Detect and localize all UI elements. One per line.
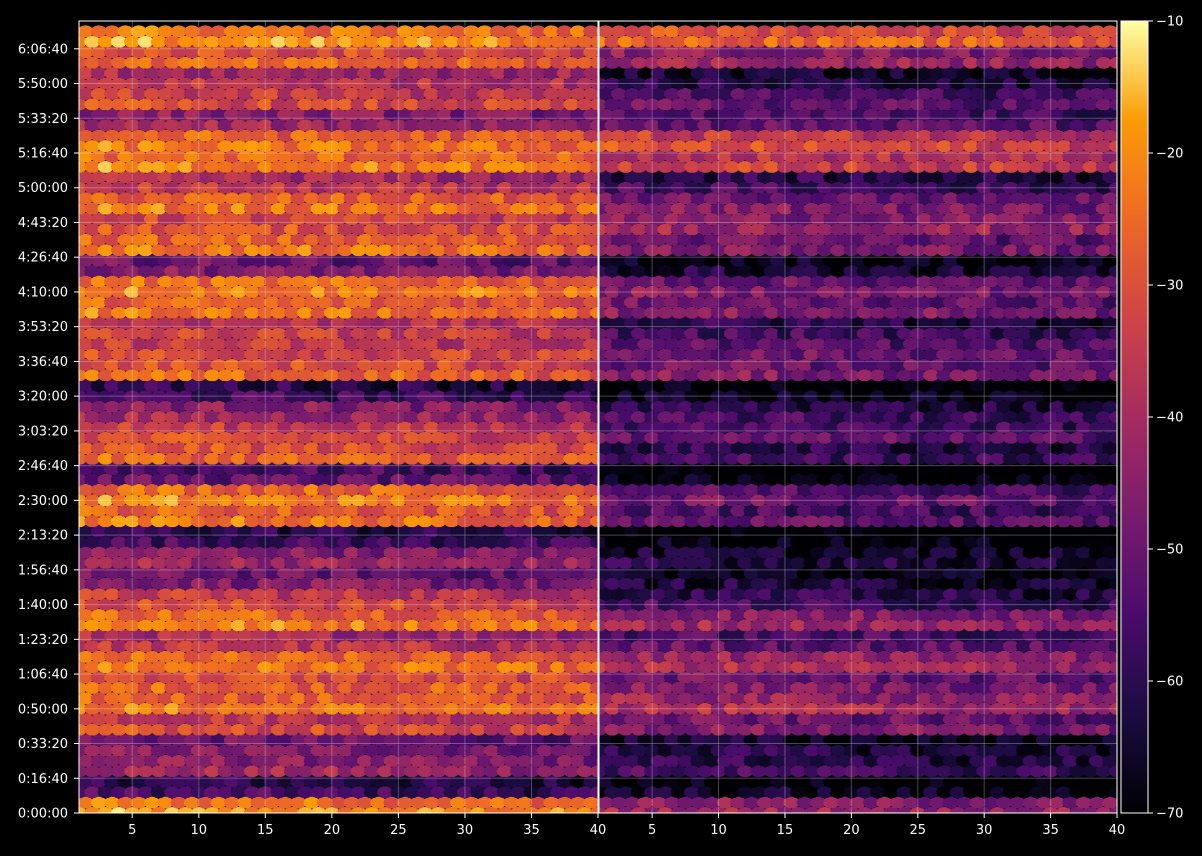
heatmap-figure: 0:00:00 0:16:40 0:33:20 0:50:00 1:06:40 1:23:…	[0, 0, 1202, 852]
chart-svg: 0:00:000:16:400:33:200:50:001:06:401:23:…	[18, 15, 1184, 839]
